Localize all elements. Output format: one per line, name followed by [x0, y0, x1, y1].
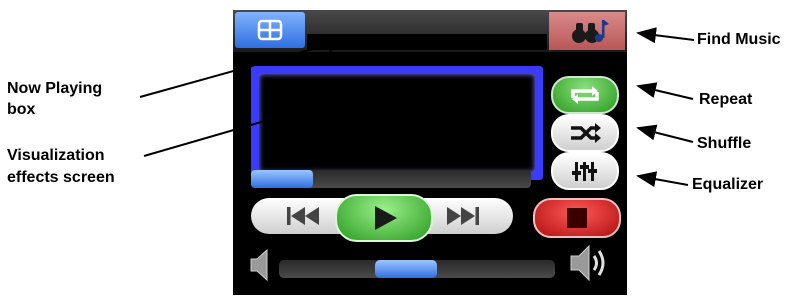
label-visualization: Visualization: [7, 147, 105, 164]
label-now-playing-2: box: [7, 101, 36, 118]
label-visualization-2: effects screen: [7, 169, 115, 186]
label-now-playing: Now Playing: [7, 80, 103, 97]
label-equalizer: Equalizer: [692, 176, 764, 193]
callout-arrows: [139, 27, 695, 188]
label-repeat: Repeat: [699, 91, 753, 108]
label-shuffle: Shuffle: [697, 135, 752, 152]
label-find-music: Find Music: [697, 31, 781, 48]
